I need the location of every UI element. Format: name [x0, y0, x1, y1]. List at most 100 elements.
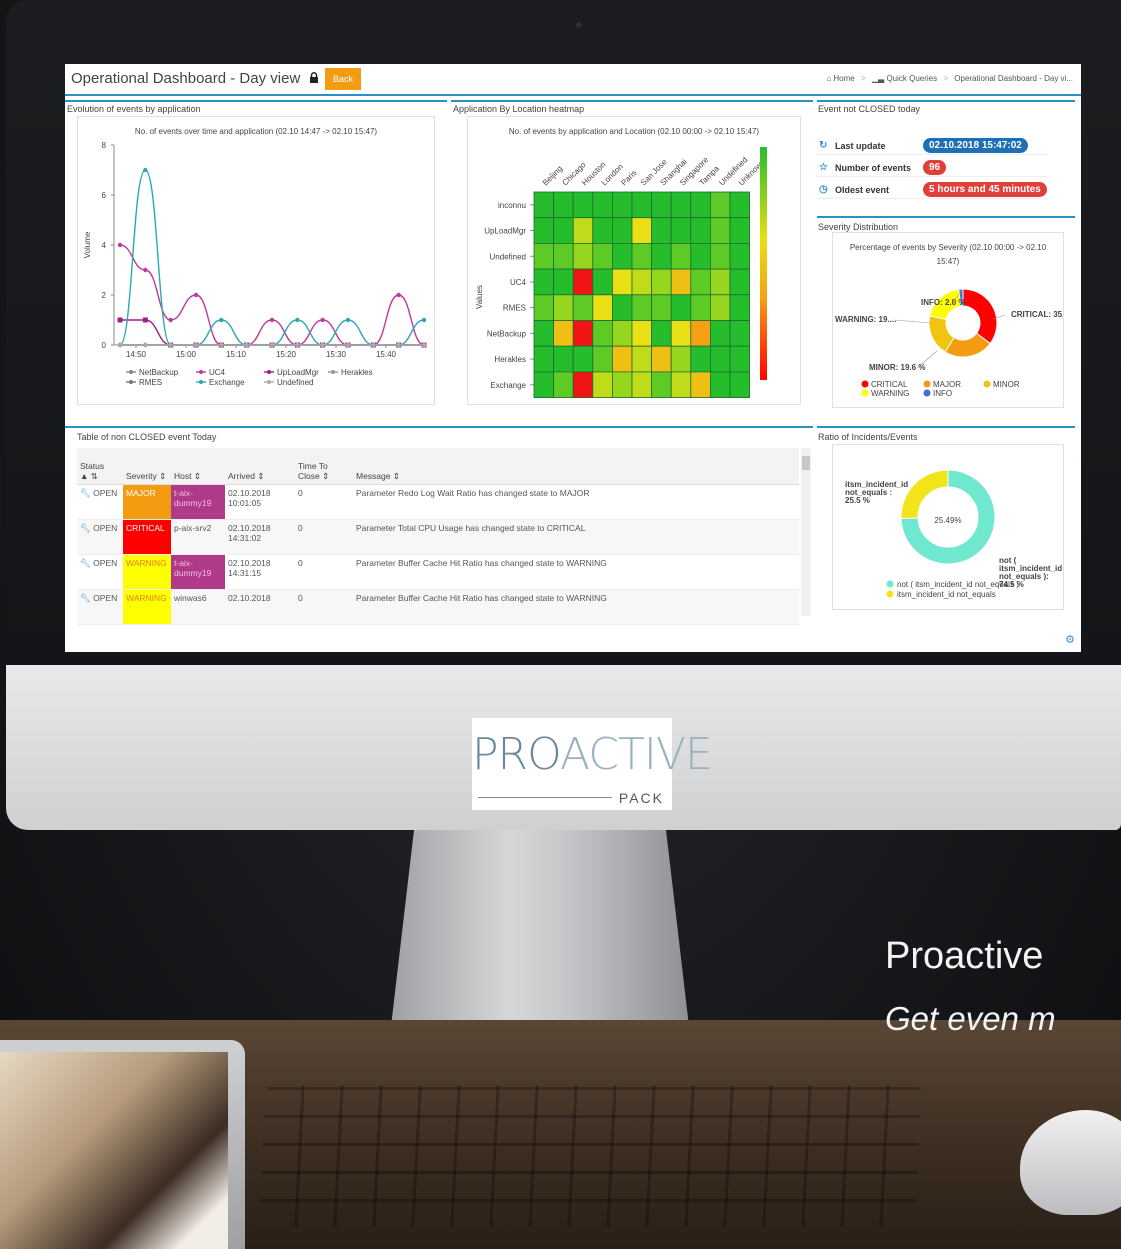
tagline-subtitle: Get even m	[885, 1000, 1056, 1037]
table-row[interactable]: 🔧︎ OPEN MAJOR t-aix-dummy19 02.10.2018 1…	[77, 484, 799, 520]
x-tick-label: 15:00	[176, 350, 197, 359]
heatmap-row-label: UpLoadMgr	[484, 227, 526, 236]
data-label-info: INFO: 2.0 %	[921, 298, 965, 307]
x-tick-label: 14:50	[126, 350, 147, 359]
heatmap-cell	[533, 243, 555, 270]
legend-marker	[886, 580, 894, 588]
legend-label: Undefined	[277, 378, 313, 387]
data-label-minor: MINOR: 19.6 %	[869, 363, 925, 372]
heatmap-cell	[631, 191, 653, 219]
legend-marker	[129, 370, 133, 374]
legend-marker	[199, 380, 203, 384]
ratio-chart-box: 25.49% itsm_incident_id not_equals :25.5 %…	[832, 444, 1064, 610]
heatmap-cell	[553, 243, 574, 270]
data-point	[219, 317, 224, 323]
heatmap-cell	[651, 217, 672, 244]
heatmap-chart: inconnu UpLoadMgr Undefined UC4 RMES NetBacku…	[475, 147, 767, 398]
wrench-icon[interactable]: 🔧︎	[80, 558, 91, 568]
heatmap-cell	[533, 320, 555, 347]
x-tick-label: 15:20	[276, 350, 297, 359]
breadcrumb-home[interactable]: Home	[833, 74, 854, 83]
host-cell: winwas6	[171, 589, 225, 625]
severity-chart-box: Percentage of events by Severity (02.10 …	[832, 232, 1064, 408]
heatmap-cell	[651, 191, 672, 219]
events-table: Status ▲ ⇅ Severity ⇕ Host ⇕ Arrived ⇕ Ti…	[77, 448, 799, 625]
data-point	[421, 342, 427, 348]
keyboard	[258, 1085, 922, 1227]
scroll-thumb[interactable]	[802, 456, 810, 470]
gear-icon[interactable]: ⚙	[1065, 633, 1075, 646]
heatmap-cell	[533, 294, 555, 321]
data-point	[244, 342, 249, 348]
heatmap-cell	[592, 345, 613, 373]
table-row[interactable]: 🔧︎ OPEN WARNING t-aix-dummy19 02.10.2018…	[77, 554, 799, 590]
arrived-cell[interactable]: 02.10.2018	[225, 589, 295, 625]
ratio-chart: 25.49%itsm_incident_idnot_equals :25.5 %…	[845, 469, 1062, 599]
legend-marker	[886, 590, 894, 598]
heatmap-cell	[670, 191, 692, 219]
legend-marker	[861, 389, 869, 397]
legend-label: not ( itsm_incident_id not_equals )	[897, 580, 1019, 589]
table-scrollbar[interactable]	[801, 448, 811, 616]
heatmap-cell	[533, 268, 555, 296]
heatmap-cell	[709, 268, 731, 296]
heatmap-cell	[631, 243, 653, 270]
heatmap-cell	[572, 294, 594, 321]
evolution-chart-box: No. of events over time and application …	[77, 116, 435, 405]
heatmap-cell	[553, 345, 574, 373]
col-status[interactable]: Status ▲ ⇅	[77, 448, 123, 485]
col-ttc[interactable]: Time To Close ⇕	[295, 448, 353, 485]
camera-icon	[576, 22, 582, 28]
heatmap-cell	[611, 243, 633, 270]
col-severity[interactable]: Severity ⇕	[123, 448, 171, 485]
heatmap-cell	[729, 268, 751, 296]
heatmap-row-label: Undefined	[490, 252, 526, 261]
x-tick-label: 15:40	[376, 350, 397, 359]
col-host[interactable]: Host ⇕	[171, 448, 225, 485]
data-point	[193, 292, 199, 298]
legend-marker	[331, 370, 335, 374]
heatmap-cell	[533, 345, 555, 373]
top-bar: Operational Dashboard - Day view Back ⌂ …	[65, 64, 1081, 96]
panel-title-ratio: Ratio of Incidents/Events	[818, 432, 918, 442]
wrench-icon[interactable]: 🔧︎	[80, 488, 91, 498]
heatmap-row-label: NetBackup	[487, 329, 527, 338]
heatmap-cell	[729, 345, 751, 373]
severity-cell: CRITICAL	[123, 519, 171, 555]
heatmap-cell	[631, 345, 653, 373]
data-point	[269, 342, 275, 348]
legend-label: CRITICAL	[871, 380, 908, 389]
tablet-screen	[0, 1052, 228, 1249]
arrived-cell[interactable]: 02.10.2018 10:01:05	[225, 484, 295, 520]
breadcrumb-quick-queries[interactable]: Quick Queries	[886, 74, 937, 83]
arrived-cell[interactable]: 02.10.2018 14:31:15	[225, 554, 295, 590]
leader-line	[894, 319, 931, 324]
back-button[interactable]: Back	[325, 68, 361, 90]
panel-divider	[817, 100, 1075, 102]
heatmap-cell	[690, 371, 711, 398]
chart-icon: ▁▃	[871, 74, 885, 83]
heatmap-cell	[572, 345, 594, 373]
page-title: Operational Dashboard - Day view	[71, 70, 301, 87]
heatmap-cell	[670, 217, 692, 244]
heatmap-cell	[690, 345, 711, 373]
legend-marker	[267, 370, 271, 374]
heatmap-cell	[553, 371, 574, 398]
panel-title-table: Table of non CLOSED event Today	[77, 432, 217, 442]
star-icon: ☆	[819, 162, 828, 173]
data-point	[320, 342, 325, 348]
table-row[interactable]: 🔧︎ OPEN WARNING winwas6 02.10.2018 0 Par…	[77, 589, 799, 625]
col-message[interactable]: Message ⇕	[353, 448, 799, 485]
host-cell: p-aix-srv2	[171, 519, 225, 555]
dashboard-screen: Operational Dashboard - Day view Back ⌂ …	[65, 64, 1081, 652]
table-row[interactable]: 🔧︎ OPEN CRITICAL p-aix-srv2 02.10.2018 1…	[77, 519, 799, 555]
wrench-icon[interactable]: 🔧︎	[80, 593, 91, 603]
monitor-stand	[390, 830, 690, 1035]
heatmap-cell	[729, 243, 751, 270]
data-point	[193, 342, 199, 348]
wrench-icon[interactable]: 🔧︎	[80, 523, 91, 533]
arrived-cell[interactable]: 02.10.2018 14:31:02	[225, 519, 295, 555]
data-point	[142, 317, 148, 323]
col-arrived[interactable]: Arrived ⇕	[225, 448, 295, 485]
panel-title-severity: Severity Distribution	[818, 222, 899, 232]
